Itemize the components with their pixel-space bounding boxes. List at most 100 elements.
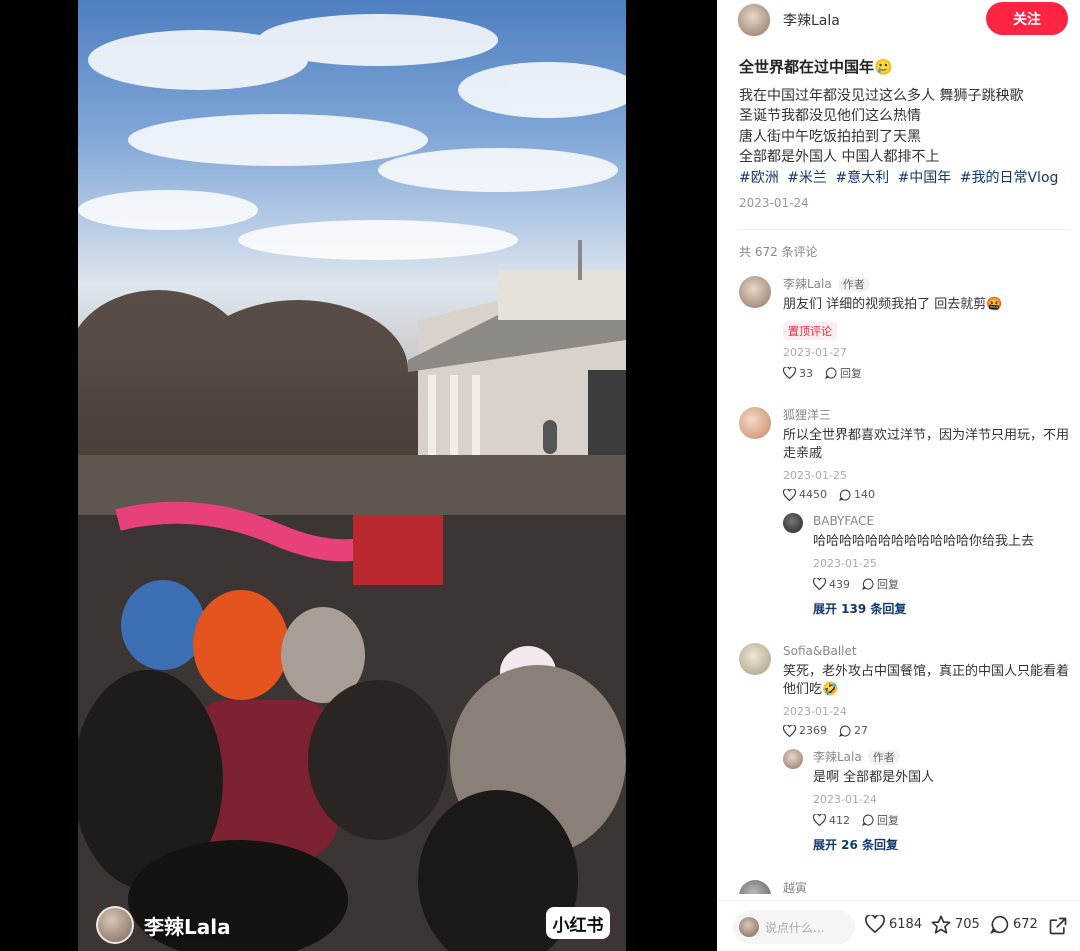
- replier-avatar[interactable]: [783, 749, 803, 769]
- hashtag[interactable]: #中国年: [898, 170, 952, 186]
- comment-date: 2023-01-27: [783, 346, 847, 359]
- like-button[interactable]: 2369: [783, 724, 827, 737]
- reply-item: 李辣Lala 作者 是啊 全部都是外国人 2023-01-24 412 回复 展…: [783, 749, 1069, 853]
- commenter-name-text[interactable]: 李辣Lala: [783, 277, 832, 291]
- comment-text: 所以全世界都喜欢过洋节，因为洋节只用玩，不用走亲戚: [783, 428, 1069, 461]
- comment-count: 共 672 条评论: [739, 245, 818, 259]
- replier-avatar[interactable]: [783, 513, 803, 533]
- like-count: 439: [829, 577, 850, 591]
- like-button[interactable]: 439: [813, 578, 850, 591]
- interaction-bar: 说点什么... 6184 705 672: [717, 900, 1080, 951]
- comment-bubble-icon: [839, 724, 851, 737]
- comment-bubble-icon: [862, 578, 874, 590]
- share-icon: [1049, 917, 1067, 935]
- author-name[interactable]: 李辣Lala: [783, 10, 840, 30]
- like-count: 412: [829, 813, 850, 827]
- commenter-name[interactable]: 越寅: [783, 880, 1069, 894]
- comment-text: 朋友们 详细的视频我拍了 回去就剪🤬: [783, 297, 1003, 312]
- star-icon: [931, 915, 951, 934]
- note-line: 我在中国过年都没见过这么多人 舞狮子跳秧歌: [739, 88, 1024, 104]
- hashtag[interactable]: #我的日常Vlog: [960, 170, 1059, 186]
- note-line: 圣诞节我都没见他们这么热情: [739, 108, 921, 125]
- hashtag-list: #欧洲 #米兰 #意大利 #中国年 #我的日常Vlog: [739, 168, 1069, 188]
- reply-text: 是啊 全部都是外国人: [813, 770, 935, 785]
- like-stat-button[interactable]: 6184: [865, 915, 922, 933]
- comment-stat-button[interactable]: 672: [990, 915, 1038, 934]
- heart-icon: [813, 814, 826, 826]
- collect-total: 705: [955, 917, 980, 932]
- comment-list[interactable]: 李辣Lala 作者 朋友们 详细的视频我拍了 回去就剪🤬 置顶评论 2023-01…: [739, 276, 1069, 894]
- divider: [739, 229, 1069, 230]
- reply-count: 140: [854, 488, 875, 501]
- comment-bubble-icon: [990, 915, 1009, 934]
- like-button[interactable]: 33: [783, 367, 813, 380]
- commenter-name[interactable]: 李辣Lala 作者: [783, 276, 1069, 292]
- like-button[interactable]: 412: [813, 814, 850, 827]
- comment-bubble-icon: [825, 367, 837, 379]
- comment-date: 2023-01-25: [783, 469, 847, 482]
- comment-total: 672: [1013, 917, 1038, 932]
- comment-input[interactable]: 说点什么...: [733, 910, 855, 944]
- commenter-name[interactable]: Sofia&Ballet: [783, 643, 1069, 659]
- commenter-avatar[interactable]: [739, 643, 771, 675]
- reply-button[interactable]: 回复: [825, 365, 862, 381]
- like-count: 33: [799, 366, 813, 380]
- author-badge: 作者: [867, 750, 900, 765]
- reply-label: 回复: [877, 578, 899, 591]
- note-content: 全世界都在过中国年🥲 我在中国过年都没见过这么多人 舞狮子跳秧歌 圣诞节我都没见…: [739, 56, 1069, 210]
- current-user-avatar: [739, 917, 759, 937]
- note-title: 全世界都在过中国年🥲: [739, 58, 893, 76]
- reply-button[interactable]: 140: [839, 488, 875, 501]
- expand-replies-link[interactable]: 展开 26 条回复: [813, 836, 1069, 853]
- commenter-avatar[interactable]: [739, 407, 771, 439]
- comment-text: 笑死，老外攻占中国餐馆，真正的中国人只能看着他们吃🤣: [783, 664, 1069, 697]
- note-line: 全部都是外国人 中国人都排不上: [739, 149, 940, 166]
- hashtag[interactable]: #欧洲: [739, 170, 779, 186]
- heart-icon: [783, 367, 796, 379]
- reply-button[interactable]: 27: [839, 724, 868, 737]
- watermark-avatar: [96, 906, 134, 944]
- like-button[interactable]: 4450: [783, 488, 827, 501]
- replier-name[interactable]: BABYFACE: [813, 513, 1069, 529]
- reply-item: BABYFACE 哈哈哈哈哈哈哈哈哈哈哈哈你给我上去 2023-01-25 43…: [783, 513, 1069, 617]
- reply-label: 回复: [840, 367, 862, 380]
- watermark-author-name: 李辣Lala: [144, 914, 231, 939]
- hashtag[interactable]: #意大利: [835, 170, 889, 186]
- heart-icon: [783, 488, 796, 501]
- follow-button[interactable]: 关注: [986, 2, 1068, 35]
- heart-icon: [865, 915, 885, 933]
- like-count: 2369: [799, 724, 827, 737]
- note-detail-panel: 李辣Lala 关注 全世界都在过中国年🥲 我在中国过年都没见过这么多人 舞狮子跳…: [717, 0, 1080, 951]
- commenter-avatar[interactable]: [739, 276, 771, 308]
- like-count: 4450: [799, 488, 827, 501]
- video-player[interactable]: [78, 0, 626, 951]
- reply-button[interactable]: 回复: [862, 812, 899, 828]
- replier-name-text[interactable]: 李辣Lala: [813, 750, 862, 764]
- replier-name[interactable]: 李辣Lala 作者: [813, 749, 1069, 765]
- reply-date: 2023-01-25: [813, 557, 877, 570]
- comment-bubble-icon: [862, 814, 874, 826]
- media-panel: 李辣Lala 小红书: [0, 0, 717, 951]
- expand-replies-link[interactable]: 展开 139 条回复: [813, 600, 1069, 617]
- author-badge: 作者: [837, 277, 870, 292]
- commenter-name[interactable]: 狐狸洋三: [783, 407, 1069, 423]
- note-body: 我在中国过年都没见过这么多人 舞狮子跳秧歌 圣诞节我都没见他们这么热情 唐人街中…: [739, 86, 1069, 188]
- reply-button[interactable]: 回复: [862, 576, 899, 592]
- note-date: 2023-01-24: [739, 195, 809, 210]
- author-avatar[interactable]: [737, 3, 771, 37]
- video-watermark-author: 李辣Lala: [96, 906, 231, 944]
- collect-stat-button[interactable]: 705: [931, 915, 980, 934]
- heart-icon: [783, 724, 796, 737]
- reply-count: 27: [854, 724, 868, 737]
- reply-label: 回复: [877, 814, 899, 827]
- commenter-avatar[interactable]: [739, 880, 771, 894]
- share-button[interactable]: [1048, 916, 1068, 940]
- xiaohongshu-logo: 小红书: [546, 907, 610, 939]
- comment-date: 2023-01-24: [783, 705, 847, 718]
- like-total: 6184: [889, 916, 923, 932]
- author-header: 李辣Lala 关注: [737, 0, 1070, 40]
- comment-bubble-icon: [839, 488, 851, 501]
- comment-input-placeholder: 说点什么...: [765, 920, 825, 935]
- hashtag[interactable]: #米兰: [787, 170, 827, 186]
- note-line: 唐人街中午吃饭拍拍到了天黑: [739, 128, 921, 145]
